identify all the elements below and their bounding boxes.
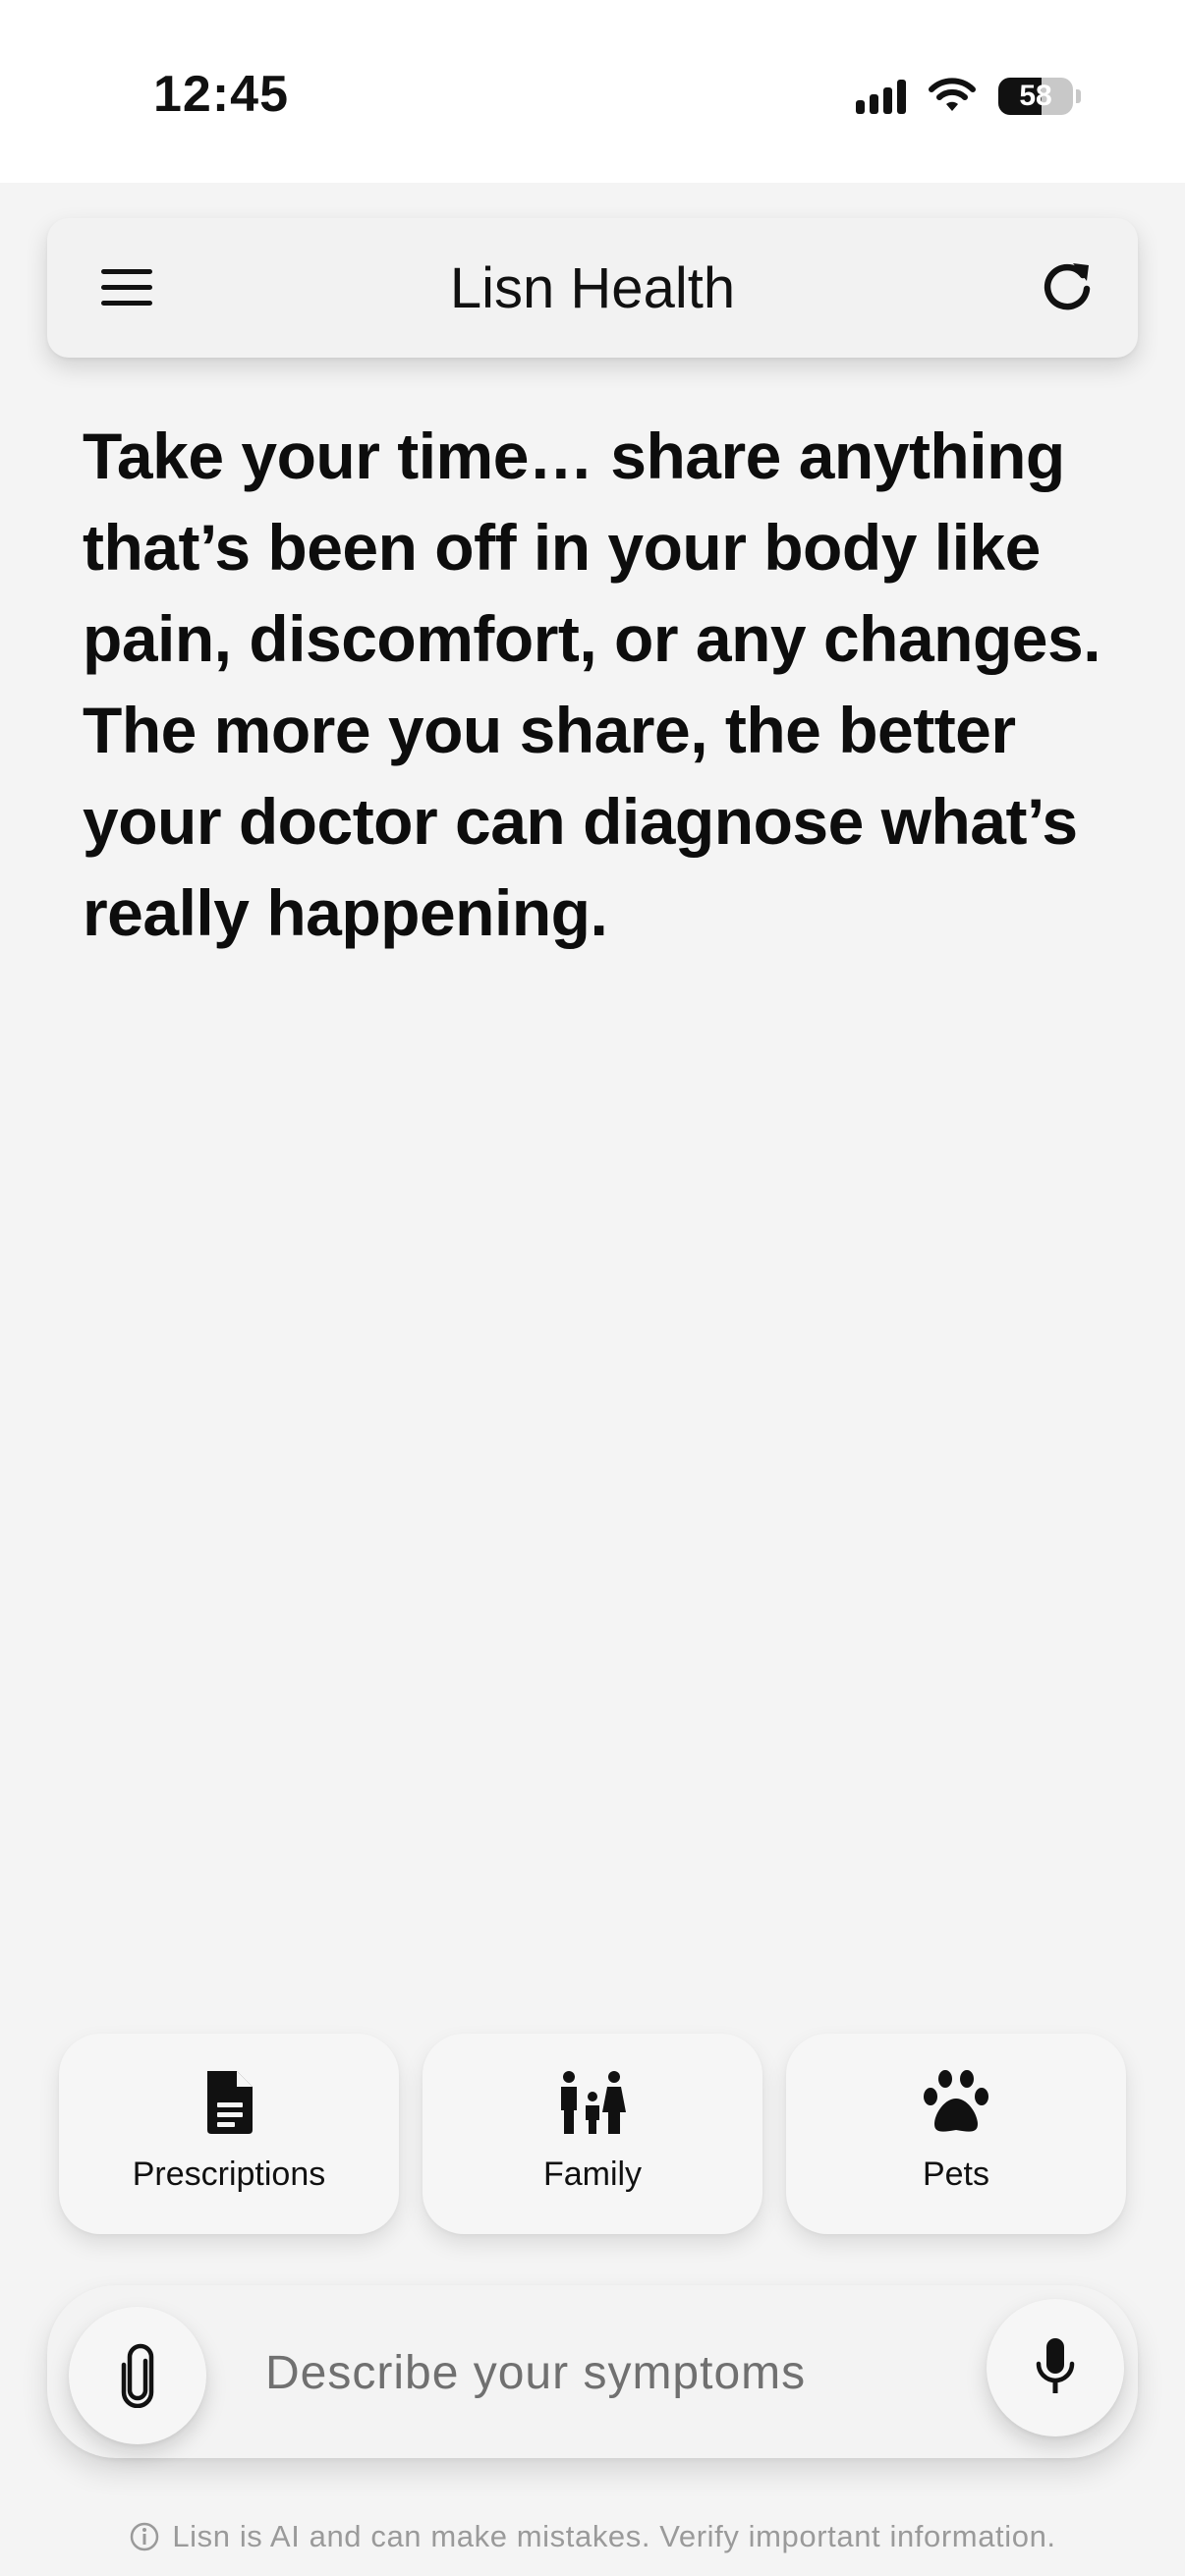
status-time: 12:45: [153, 66, 289, 123]
status-icons: 58: [856, 73, 1081, 120]
family-label: Family: [542, 2156, 643, 2193]
symptom-input-bar: [47, 2285, 1138, 2458]
disclaimer-text: Lisn is AI and can make mistakes. Verify…: [172, 2519, 1056, 2553]
document-icon: [207, 2071, 253, 2134]
refresh-icon[interactable]: [1038, 257, 1097, 316]
prescriptions-label: Prescriptions: [132, 2156, 326, 2193]
ai-disclaimer: Lisn is AI and can make mistakes. Verify…: [0, 2519, 1185, 2554]
app-title: Lisn Health: [449, 256, 736, 320]
family-icon: [561, 2071, 626, 2134]
app-header: Lisn Health: [47, 218, 1138, 358]
status-bar: 12:45 58: [0, 0, 1185, 183]
wifi-icon: [929, 78, 976, 111]
pets-button[interactable]: Pets: [786, 2034, 1126, 2234]
info-icon: [131, 2522, 159, 2551]
signal-bars-icon: [856, 79, 906, 114]
symptom-input[interactable]: [265, 2328, 894, 2417]
family-button[interactable]: Family: [423, 2034, 762, 2234]
paperclip-icon: [121, 2343, 154, 2408]
prescriptions-button[interactable]: Prescriptions: [59, 2034, 399, 2234]
attach-button[interactable]: [69, 2307, 206, 2444]
microphone-icon: [1036, 2338, 1075, 2393]
battery-indicator: 58: [998, 78, 1073, 115]
battery-cap: [1076, 89, 1081, 103]
intro-prompt: Take your time… share anything that’s be…: [83, 420, 1101, 949]
pets-label: Pets: [922, 2156, 990, 2193]
paw-icon: [924, 2070, 988, 2132]
battery-level: 58: [1019, 80, 1052, 112]
microphone-button[interactable]: [987, 2299, 1124, 2436]
quick-actions: Prescriptions Family Pets: [59, 2034, 1126, 2234]
